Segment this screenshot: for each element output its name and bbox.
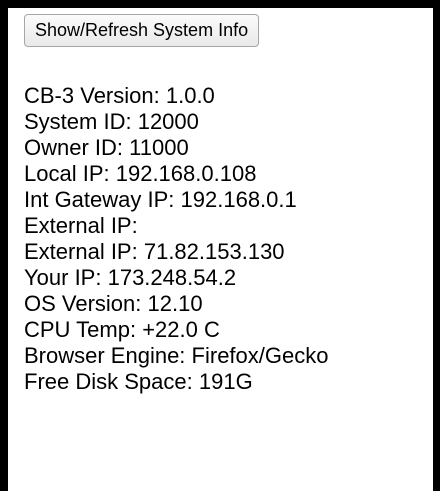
info-value: 12.10 xyxy=(147,291,203,316)
info-label: Browser Engine: xyxy=(24,343,186,368)
info-line-free-disk-space: Free Disk Space: 191G xyxy=(24,369,430,395)
info-label: OS Version: xyxy=(24,291,142,316)
info-line-int-gateway-ip: Int Gateway IP: 192.168.0.1 xyxy=(24,187,430,213)
info-line-owner-id: Owner ID: 11000 xyxy=(24,135,430,161)
info-value: 192.168.0.1 xyxy=(180,187,297,212)
info-line-system-id: System ID: 12000 xyxy=(24,109,430,135)
info-value: 11000 xyxy=(129,135,189,160)
info-value: 173.248.54.2 xyxy=(107,265,237,290)
info-label: System ID: xyxy=(24,109,132,134)
info-line-external-ip: External IP: 71.82.153.130 xyxy=(24,239,430,265)
window-border-top xyxy=(0,0,440,8)
info-line-local-ip: Local IP: 192.168.0.108 xyxy=(24,161,430,187)
show-refresh-system-info-button[interactable]: Show/Refresh System Info xyxy=(24,14,260,47)
info-label: CB-3 Version: xyxy=(24,83,160,108)
window-border-right xyxy=(433,0,440,491)
info-label: Local IP: xyxy=(24,161,110,186)
info-value: 1.0.0 xyxy=(165,83,215,108)
info-value: 12000 xyxy=(137,109,199,134)
info-label: Your IP: xyxy=(24,265,102,290)
info-label: External IP: xyxy=(24,239,138,264)
info-line-your-ip: Your IP: 173.248.54.2 xyxy=(24,265,430,291)
info-label: Int Gateway IP: xyxy=(24,187,175,212)
system-info-list: CB-3 Version: 1.0.0 System ID: 12000 Own… xyxy=(24,83,430,395)
info-label: Owner ID: xyxy=(24,135,124,160)
info-value: 191G xyxy=(198,369,253,394)
info-line-cb3-version: CB-3 Version: 1.0.0 xyxy=(24,83,430,109)
info-value: +22.0 C xyxy=(142,317,220,342)
info-value: 71.82.153.130 xyxy=(143,239,285,264)
info-line-cpu-temp: CPU Temp: +22.0 C xyxy=(24,317,430,343)
window-border-left xyxy=(0,0,8,491)
info-value: 192.168.0.108 xyxy=(115,161,257,186)
panel-content: Show/Refresh System Info CB-3 Version: 1… xyxy=(24,14,430,395)
info-line-external-ip-empty: External IP: xyxy=(24,213,430,239)
info-label: CPU Temp: xyxy=(24,317,137,342)
info-label: External IP: xyxy=(24,213,138,238)
system-info-panel: Show/Refresh System Info CB-3 Version: 1… xyxy=(0,0,440,491)
info-line-os-version: OS Version: 12.10 xyxy=(24,291,430,317)
info-line-browser-engine: Browser Engine: Firefox/Gecko xyxy=(24,343,430,369)
info-label: Free Disk Space: xyxy=(24,369,193,394)
info-value: Firefox/Gecko xyxy=(191,343,329,368)
